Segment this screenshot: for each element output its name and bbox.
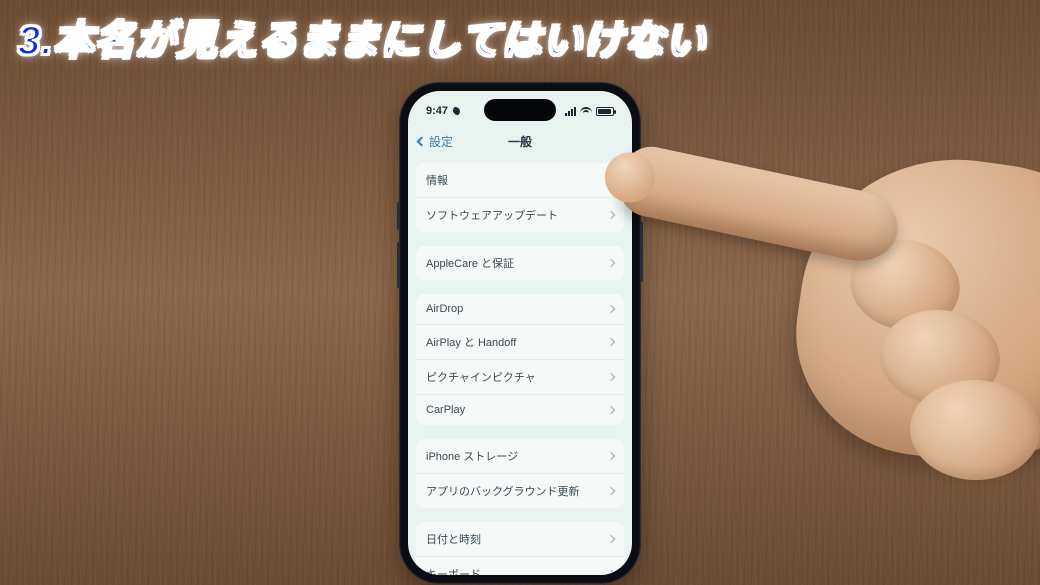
row-date-time[interactable]: 日付と時刻 (416, 522, 624, 556)
settings-group: 日付と時刻 キーボード フォント 言語と地域 (416, 522, 624, 575)
row-label: 日付と時刻 (426, 531, 481, 547)
row-label: iPhone ストレージ (426, 448, 518, 464)
row-airdrop[interactable]: AirDrop (416, 294, 624, 324)
row-label: AppleCare と保証 (426, 255, 514, 271)
chevron-right-icon (607, 211, 615, 219)
chevron-right-icon (607, 535, 615, 543)
side-button (640, 222, 643, 282)
row-label: AirDrop (426, 303, 463, 315)
row-applecare[interactable]: AppleCare と保証 (416, 246, 624, 280)
back-button[interactable]: 設定 (414, 127, 457, 155)
dnd-moon-icon (451, 107, 460, 116)
chevron-left-icon (417, 136, 427, 146)
row-background-refresh[interactable]: アプリのバックグラウンド更新 (416, 473, 624, 508)
chevron-right-icon (607, 305, 615, 313)
settings-group: AppleCare と保証 (416, 246, 624, 280)
row-label: AirPlay と Handoff (426, 334, 516, 350)
chevron-right-icon (607, 406, 615, 414)
row-carplay[interactable]: CarPlay (416, 394, 624, 425)
nav-bar: 設定 一般 (408, 127, 632, 155)
row-label: 情報 (426, 172, 448, 188)
back-label: 設定 (429, 133, 453, 150)
iphone-frame: 9:47 設定 一般 情報 ソフトウ (399, 82, 641, 584)
row-label: アプリのバックグラウンド更新 (426, 483, 580, 499)
settings-group: 情報 ソフトウェアアップデート (416, 163, 624, 232)
chevron-right-icon (607, 373, 615, 381)
row-keyboard[interactable]: キーボード (416, 556, 624, 575)
row-iphone-storage[interactable]: iPhone ストレージ (416, 439, 624, 473)
chevron-right-icon (607, 452, 615, 460)
chevron-right-icon (607, 487, 615, 495)
battery-icon (596, 107, 614, 116)
status-time: 9:47 (426, 105, 448, 117)
video-caption: 3.本名が見えるままにしてはいけない (18, 8, 706, 66)
row-airplay-handoff[interactable]: AirPlay と Handoff (416, 324, 624, 359)
settings-group: iPhone ストレージ アプリのバックグラウンド更新 (416, 439, 624, 508)
row-about[interactable]: 情報 (416, 163, 624, 197)
nav-title: 一般 (508, 133, 532, 150)
chevron-right-icon (607, 570, 615, 575)
row-pip[interactable]: ピクチャインピクチャ (416, 359, 624, 394)
iphone-screen: 9:47 設定 一般 情報 ソフトウ (408, 91, 632, 575)
row-label: ソフトウェアアップデート (426, 207, 558, 223)
settings-list[interactable]: 情報 ソフトウェアアップデート AppleCare と保証 AirDrop (408, 163, 632, 575)
chevron-right-icon (607, 338, 615, 346)
dynamic-island (484, 99, 556, 121)
row-label: CarPlay (426, 404, 465, 416)
row-label: キーボード (426, 566, 481, 575)
cellular-signal-icon (565, 107, 576, 116)
wifi-icon (580, 107, 592, 116)
settings-group: AirDrop AirPlay と Handoff ピクチャインピクチャ Car… (416, 294, 624, 425)
chevron-right-icon (607, 176, 615, 184)
row-label: ピクチャインピクチャ (426, 369, 536, 385)
chevron-right-icon (607, 259, 615, 267)
row-software-update[interactable]: ソフトウェアアップデート (416, 197, 624, 232)
